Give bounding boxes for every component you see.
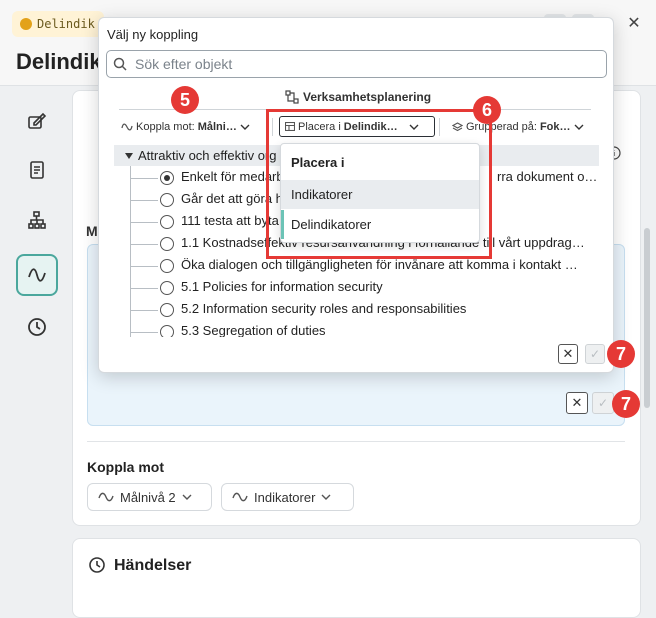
filter-value: Målni… — [197, 121, 237, 133]
chip-indikatorer[interactable]: Indikatorer — [221, 483, 354, 511]
context-label: Verksamhetsplanering — [285, 90, 431, 104]
close-icon: ✕ — [571, 395, 583, 410]
check-icon: ✓ — [597, 396, 609, 410]
app-logo-icon — [20, 18, 32, 30]
annotation-badge: 6 — [473, 96, 501, 124]
close-icon: ✕ — [562, 346, 574, 361]
radio-button[interactable] — [160, 281, 174, 295]
annotation-badge: 5 — [171, 86, 199, 114]
app-tab-label: Delindik — [37, 17, 95, 31]
tree-connector — [130, 244, 158, 245]
radio-button[interactable] — [160, 215, 174, 229]
context-label-text: Verksamhetsplanering — [303, 90, 432, 104]
confirm-button[interactable]: ✓ — [592, 392, 614, 414]
tree-connector — [130, 332, 158, 333]
sidebar-item-wave[interactable] — [16, 254, 58, 296]
edit-icon — [28, 112, 47, 129]
document-icon — [30, 161, 44, 179]
wave-icon — [28, 268, 46, 282]
events-card — [72, 538, 641, 618]
filter-value: Fok… — [539, 121, 571, 133]
annotation-highlight — [266, 109, 492, 259]
chip-label: Målnivå 2 — [120, 489, 176, 505]
tree-item-label: 5.3 Segregation of duties — [181, 323, 326, 337]
tree-connector — [130, 222, 158, 223]
page-title: Delindik — [16, 49, 102, 74]
tree-connector — [130, 200, 158, 201]
tree-item-label: 5.1 Policies for information security — [181, 279, 383, 294]
annotation-badge: 7 — [607, 340, 635, 368]
chip-label: Indikatorer — [254, 489, 316, 505]
handelser-heading: Händelser — [114, 557, 192, 574]
tree-connector — [130, 288, 158, 289]
sidebar-item-edit[interactable] — [16, 100, 58, 142]
check-icon: ✓ — [589, 347, 601, 361]
clock-icon — [89, 557, 105, 573]
search-icon — [113, 57, 127, 71]
section-label: M — [86, 223, 98, 239]
radio-button[interactable] — [160, 193, 174, 207]
tree-item[interactable]: 5.2 Information security roles and respo… — [114, 299, 599, 321]
radio-button[interactable] — [160, 237, 174, 251]
divider — [87, 441, 625, 442]
caret-down-icon — [125, 152, 133, 159]
app-tab[interactable]: Delindik — [12, 11, 104, 37]
scrollbar-thumb[interactable] — [644, 228, 650, 408]
annotation-badge: 7 — [612, 390, 640, 418]
tree-item-label: 111 testa att byta — [181, 213, 279, 228]
tree-group-label: Attraktiv och effektiv org — [138, 148, 277, 163]
chevron-down-icon — [240, 124, 250, 130]
sidebar-item-hierarchy[interactable] — [16, 199, 58, 241]
wave-icon — [121, 123, 133, 131]
tree-connector — [130, 178, 158, 179]
tree-connector — [130, 310, 158, 311]
window-close-icon[interactable]: ✕ — [624, 14, 644, 34]
tree-item-label: 5.2 Information security roles and respo… — [181, 301, 467, 316]
tree-item-label-end: rra dokument o… — [497, 169, 598, 184]
radio-button[interactable] — [160, 171, 174, 185]
sidebar — [0, 87, 72, 608]
sidebar-item-clock[interactable] — [16, 306, 58, 348]
koppla-mot-heading: Koppla mot — [87, 459, 164, 475]
popup-cancel-button[interactable]: ✕ — [558, 344, 578, 364]
tree-item-label: Öka dialogen och tillgängligheten för in… — [181, 257, 578, 272]
chevron-down-icon — [574, 124, 583, 130]
filter-prefix: Koppla mot: — [136, 121, 195, 133]
tree-connector — [130, 266, 158, 267]
cancel-button[interactable]: ✕ — [566, 392, 588, 414]
tree-item[interactable]: 5.3 Segregation of duties — [114, 321, 599, 337]
radio-button[interactable] — [160, 303, 174, 317]
chevron-down-icon — [321, 494, 331, 500]
clock-icon — [28, 318, 46, 336]
hierarchy-icon — [28, 211, 46, 229]
search-box[interactable] — [106, 50, 607, 78]
radio-button[interactable] — [160, 259, 174, 273]
radio-button[interactable] — [160, 325, 174, 337]
koppla-mot-filter[interactable]: Koppla mot: Målni… — [121, 115, 250, 139]
sidebar-item-document[interactable] — [16, 149, 58, 191]
popup-confirm-button[interactable]: ✓ — [585, 344, 605, 364]
connection-icon — [285, 90, 299, 104]
chip-malniva[interactable]: Målnivå 2 — [87, 483, 212, 511]
tree-item[interactable]: 5.1 Policies for information security — [114, 277, 599, 299]
wave-icon — [98, 492, 114, 502]
chevron-down-icon — [182, 494, 192, 500]
popup-title: Välj ny koppling — [107, 27, 199, 42]
wave-icon — [232, 492, 248, 502]
search-input[interactable] — [133, 55, 593, 73]
